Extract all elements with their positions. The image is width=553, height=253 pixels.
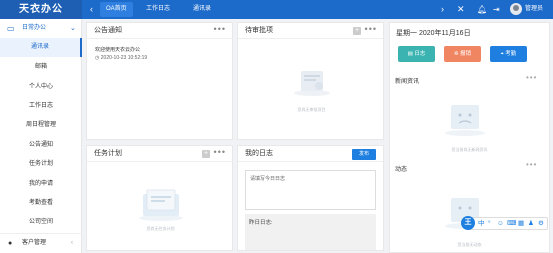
publish-button[interactable]: 发布 (352, 149, 376, 160)
notice-header: 公告通知 ••• (87, 23, 232, 39)
calendar-date: 星期一 2020年11月16日 (396, 30, 471, 37)
add-icon[interactable]: + (353, 27, 361, 35)
ime-skin-icon[interactable]: ♟ (528, 219, 534, 229)
app-logo: 天衣办公 (0, 0, 82, 19)
ime-emoji-icon[interactable]: ☺ (497, 219, 504, 229)
sidebar-item-mailbox[interactable]: 邮箱 (0, 58, 82, 77)
more-icon[interactable]: ••• (526, 73, 547, 82)
sidebar-item-tasks[interactable]: 任务计划 (0, 155, 82, 174)
ime-toolbar[interactable]: 王 中 ° ☺ ⌨ ▦ ♟ ⚙ (461, 216, 548, 230)
approval-card: 待审批项 + ••• 您尚无审批项目 (237, 22, 384, 140)
notice-card: 公告通知 ••• 欢迎使用天衣云办公 ◷ 2020-10-23 10:52:19 (86, 22, 233, 140)
sidebar-group-daily-office[interactable]: ▭ 日常办公 ⌄ (0, 21, 82, 36)
activity-empty-text: 您当前无动态 (457, 242, 482, 247)
sidebar-item-notices[interactable]: 公告通知 (0, 136, 82, 155)
tab-oa-home[interactable]: OA首页 (100, 2, 133, 17)
sidebar-footer-label: 客户管理 (22, 240, 47, 246)
tasks-card: 任务计划 + ••• 您尚无任务计划 (86, 145, 233, 251)
notice-title: 公告通知 (94, 27, 122, 34)
ime-punct-icon[interactable]: ° (488, 219, 491, 229)
yesterday-log: 昨日日志: (245, 214, 376, 250)
avatar[interactable] (510, 3, 522, 15)
chevron-left-icon: ‹ (71, 240, 73, 246)
attendance-button[interactable]: ⌖ 考勤 (490, 46, 527, 62)
user-name[interactable]: 管理员 (525, 4, 543, 15)
tab-contacts[interactable]: 通讯录 (187, 2, 217, 17)
reimburse-button[interactable]: ⛯ 报销 (444, 46, 481, 62)
approval-empty-text: 您尚无审批项目 (297, 107, 326, 112)
tasks-empty-text: 您尚无任务计划 (146, 226, 175, 231)
more-icon[interactable]: ••• (365, 24, 377, 34)
ime-keyboard-icon[interactable]: ⌨ (507, 219, 516, 229)
empty-news-icon (445, 105, 485, 136)
activity-title: 动态 (395, 167, 408, 173)
sidebar-item-my-requests[interactable]: 我的申请 (0, 175, 82, 194)
logout-icon[interactable]: ⇥ (493, 3, 500, 16)
log-button[interactable]: ▤ 日志 (398, 46, 435, 62)
close-icon[interactable]: ✕ (457, 3, 465, 16)
more-icon[interactable]: ••• (214, 24, 226, 34)
more-icon[interactable]: ••• (214, 147, 226, 157)
approval-title: 待审批项 (245, 27, 273, 34)
news-empty-text: 您当前尚无新闻资讯 (451, 147, 488, 152)
notice-time: ◷ 2020-10-23 10:52:19 (95, 55, 148, 61)
sidebar: ▭ 日常办公 ⌄ 通讯录 邮箱 个人中心 工作日志 周日程管理 公告通知 任务计… (0, 19, 82, 253)
sidebar-item-personal-center[interactable]: 个人中心 (0, 78, 82, 97)
sidebar-group-label: 日常办公 (22, 25, 47, 31)
tasks-title: 任务计划 (94, 150, 122, 157)
sidebar-item-attendance[interactable]: 考勤查看 (0, 194, 82, 213)
bell-icon[interactable]: 🔔︎ (477, 3, 487, 16)
empty-folder-icon (139, 189, 183, 221)
ime-chinese-icon[interactable]: 中 (478, 219, 485, 229)
chevron-left-icon[interactable]: ‹ (90, 4, 93, 15)
tasks-header: 任务计划 + ••• (87, 146, 232, 162)
ime-settings-icon[interactable]: ⚙ (538, 219, 544, 229)
monitor-icon: ▭ (7, 24, 15, 33)
user-icon: ● (8, 240, 13, 247)
diary-input[interactable]: 请填写今日日志 (245, 170, 376, 210)
chevron-right-icon[interactable]: › (441, 3, 444, 16)
approval-header: 待审批项 + ••• (238, 23, 383, 39)
sidebar-item-work-log[interactable]: 工作日志 (0, 97, 82, 116)
sidebar-item-contacts[interactable]: 通讯录 (0, 38, 82, 57)
sidebar-group-customer[interactable]: ● 客户管理 ‹ (0, 233, 82, 252)
notice-item[interactable]: 欢迎使用天衣云办公 (95, 47, 140, 54)
more-icon[interactable]: ••• (526, 160, 547, 169)
chevron-down-icon: ⌄ (70, 25, 76, 32)
ime-logo-icon[interactable]: 王 (461, 216, 475, 230)
news-title: 新闻资讯 (395, 79, 420, 85)
diary-title: 我的日志 (245, 150, 273, 157)
tab-work-log[interactable]: 工作日志 (140, 2, 176, 17)
ime-grid-icon[interactable]: ▦ (518, 219, 524, 229)
add-icon[interactable]: + (202, 150, 210, 158)
top-bar: 天衣办公 ‹ OA首页 工作日志 通讯录 › ✕ 🔔︎ ⇥ 管理员 (0, 0, 553, 19)
sidebar-item-weekly-schedule[interactable]: 周日程管理 (0, 116, 82, 135)
sidebar-item-company-space[interactable]: 公司空间 (0, 213, 82, 232)
empty-illustration-icon (294, 71, 330, 96)
